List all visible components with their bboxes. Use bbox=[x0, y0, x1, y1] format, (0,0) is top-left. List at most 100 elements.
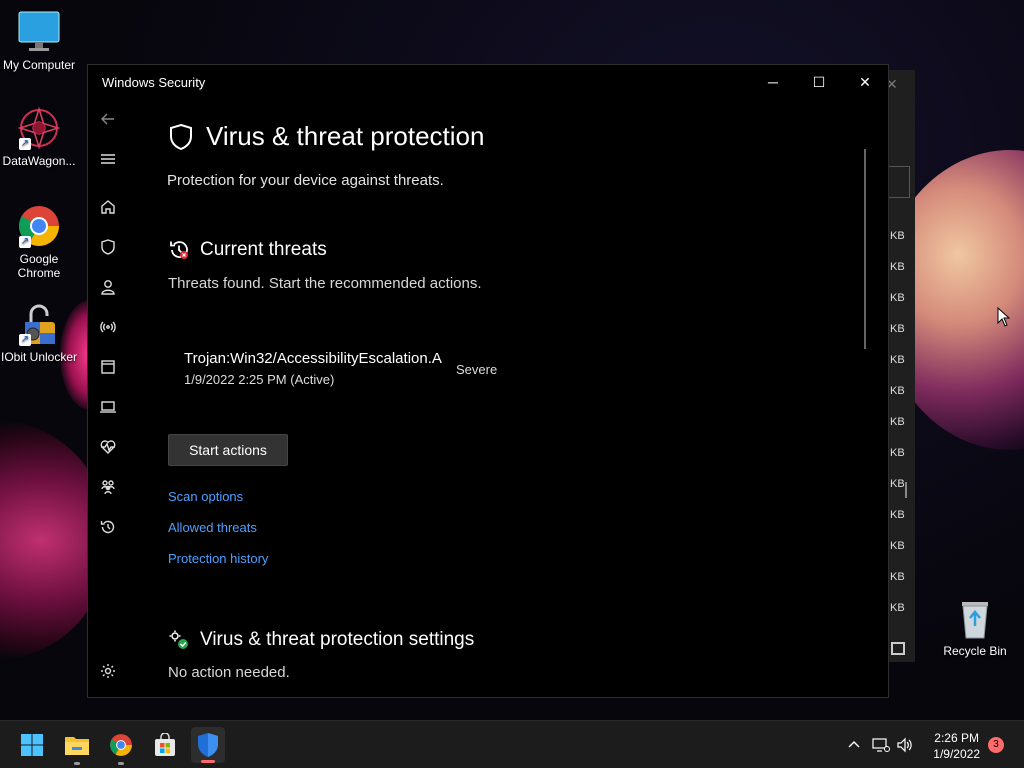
running-indicator bbox=[201, 760, 215, 763]
windows-security-icon bbox=[198, 733, 218, 757]
scrollbar[interactable] bbox=[864, 149, 866, 349]
file-size-unit: KB bbox=[890, 478, 905, 490]
shield-icon bbox=[170, 123, 192, 150]
maximize-button[interactable]: ☐ bbox=[796, 65, 842, 99]
system-tray bbox=[846, 721, 912, 768]
file-size-unit: KB bbox=[890, 230, 905, 242]
back-button[interactable] bbox=[96, 107, 120, 131]
shortcut-arrow-icon: ↗ bbox=[19, 334, 31, 346]
settings-title: Virus & threat protection settings bbox=[200, 629, 475, 650]
desktop-icon-label: Google Chrome bbox=[17, 252, 61, 280]
sidebar-item-settings[interactable] bbox=[96, 659, 120, 683]
start-actions-button[interactable]: Start actions bbox=[168, 434, 288, 466]
scrollbar[interactable] bbox=[905, 482, 907, 498]
threat-name: Trojan:Win32/AccessibilityEscalation.A bbox=[184, 350, 442, 367]
desktop-icon-iobit-unlocker[interactable]: ↗ IObit Unlocker bbox=[0, 302, 79, 364]
settings-icon bbox=[101, 664, 115, 678]
sidebar-item-app-browser[interactable] bbox=[96, 355, 120, 379]
account-icon bbox=[101, 280, 115, 295]
current-threats-title: Current threats bbox=[200, 239, 327, 260]
file-size-unit: KB bbox=[890, 447, 905, 459]
menu-icon bbox=[101, 154, 115, 164]
sidebar-item-firewall[interactable] bbox=[96, 315, 120, 339]
running-indicator bbox=[118, 762, 124, 765]
datawagon-icon: ↗ bbox=[17, 106, 61, 150]
close-button[interactable]: ✕ bbox=[842, 65, 888, 99]
desktop-icon-google-chrome[interactable]: ↗ Google Chrome bbox=[0, 204, 79, 280]
minimize-button[interactable]: ─ bbox=[750, 65, 796, 99]
desktop-icon-datawagon[interactable]: ↗ DataWagon... bbox=[0, 106, 79, 168]
chrome-icon: ↗ bbox=[17, 204, 61, 248]
desktop-icon-recycle-bin[interactable]: Recycle Bin bbox=[935, 596, 1015, 658]
running-indicator bbox=[74, 762, 80, 765]
sidebar-item-account[interactable] bbox=[96, 275, 120, 299]
desktop-icon-label: IObit Unlocker bbox=[0, 350, 78, 364]
taskbar-windows-security[interactable] bbox=[191, 727, 225, 763]
mouse-cursor-icon bbox=[997, 307, 1011, 327]
file-size-unit: KB bbox=[890, 292, 905, 304]
sidebar-item-family[interactable] bbox=[96, 475, 120, 499]
desktop-icon-label: Recycle Bin bbox=[943, 644, 1007, 658]
notification-badge[interactable]: 3 bbox=[988, 737, 1004, 753]
window-title: Windows Security bbox=[102, 74, 206, 90]
clock-time: 2:26 PM bbox=[934, 731, 979, 745]
family-icon bbox=[101, 480, 115, 495]
shield-icon bbox=[101, 239, 115, 255]
scan-options-link[interactable]: Scan options bbox=[168, 489, 243, 504]
taskbar-store[interactable] bbox=[151, 731, 179, 759]
file-size-unit: KB bbox=[890, 571, 905, 583]
page-title-text: Virus & threat protection bbox=[206, 121, 485, 151]
threat-severity: Severe bbox=[456, 362, 498, 377]
taskbar-chrome[interactable] bbox=[107, 731, 135, 765]
taskbar-file-explorer[interactable] bbox=[63, 731, 91, 765]
clock-date: 1/9/2022 bbox=[933, 747, 980, 761]
shortcut-arrow-icon: ↗ bbox=[19, 236, 31, 248]
store-icon bbox=[155, 733, 175, 756]
unlocker-icon: ↗ bbox=[17, 302, 61, 346]
file-size-unit: KB bbox=[890, 602, 905, 614]
sidebar-item-protection-history[interactable] bbox=[96, 515, 120, 539]
clock[interactable]: 2:26 PM 1/9/2022 bbox=[933, 730, 980, 762]
menu-button[interactable] bbox=[96, 147, 120, 171]
start-button[interactable] bbox=[18, 731, 46, 759]
file-size-unit: KB bbox=[890, 261, 905, 273]
settings-gears-icon bbox=[169, 630, 188, 649]
threat-history-icon bbox=[170, 241, 188, 259]
desktop-icon-label: My Computer bbox=[2, 58, 76, 72]
desktop-icon-my-computer[interactable]: My Computer bbox=[0, 10, 79, 72]
current-threats-description: Threats found. Start the recommended act… bbox=[168, 275, 482, 292]
recycle-bin-icon bbox=[953, 596, 997, 640]
file-explorer-icon bbox=[65, 737, 89, 755]
sidebar-item-device-security[interactable] bbox=[96, 395, 120, 419]
main-content: Virus & threat protection Protection for… bbox=[167, 99, 868, 697]
allowed-threats-link[interactable]: Allowed threats bbox=[168, 520, 257, 535]
current-threats-heading: Current threats bbox=[168, 239, 327, 261]
file-size-unit: KB bbox=[890, 540, 905, 552]
back-icon bbox=[101, 113, 114, 125]
file-size-unit: KB bbox=[890, 323, 905, 335]
windows-security-window: Windows Security ─ ☐ ✕ Virus & threat pr… bbox=[87, 64, 889, 698]
health-icon bbox=[100, 440, 116, 454]
view-icon[interactable] bbox=[891, 642, 905, 655]
start-icon bbox=[21, 734, 43, 756]
page-title: Virus & threat protection bbox=[168, 121, 484, 152]
chevron-up-icon[interactable] bbox=[846, 737, 862, 753]
monitor-icon bbox=[17, 10, 61, 54]
device-security-icon bbox=[100, 401, 116, 413]
volume-icon[interactable] bbox=[896, 737, 912, 753]
threat-date: 1/9/2022 2:25 PM (Active) bbox=[184, 372, 335, 387]
search-box-fragment[interactable] bbox=[888, 166, 910, 198]
file-size-unit: KB bbox=[890, 354, 905, 366]
sidebar-item-home[interactable] bbox=[96, 195, 120, 219]
shortcut-arrow-icon: ↗ bbox=[19, 138, 31, 150]
file-size-unit: KB bbox=[890, 509, 905, 521]
sidebar-item-device-health[interactable] bbox=[96, 435, 120, 459]
desktop-icon-label: DataWagon... bbox=[2, 154, 76, 168]
sidebar bbox=[88, 99, 128, 697]
page-subtitle: Protection for your device against threa… bbox=[167, 172, 444, 189]
sidebar-item-virus-protection[interactable] bbox=[96, 235, 120, 259]
window-controls: ─ ☐ ✕ bbox=[750, 65, 888, 99]
network-status-icon[interactable] bbox=[872, 737, 890, 753]
protection-history-link[interactable]: Protection history bbox=[168, 551, 268, 566]
app-browser-icon bbox=[101, 360, 115, 374]
